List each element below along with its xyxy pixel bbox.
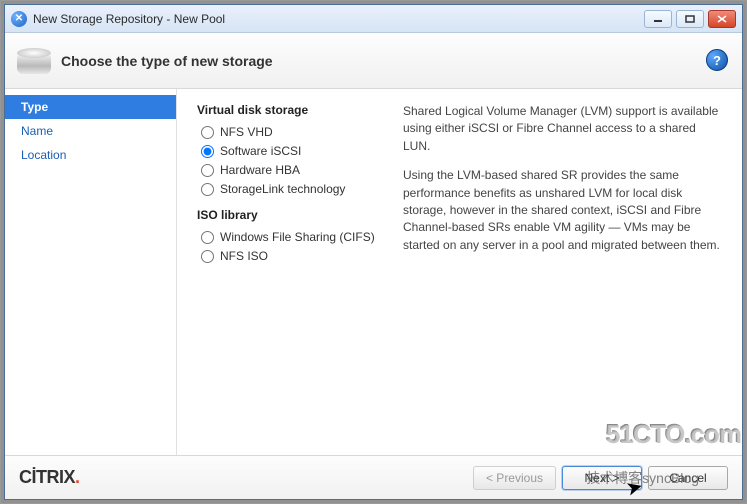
option-label: Hardware HBA — [220, 163, 300, 177]
content-area: Virtual disk storage NFS VHD Software iS… — [177, 89, 742, 455]
option-description: Shared Logical Volume Manager (LVM) supp… — [403, 103, 726, 445]
storage-options: Virtual disk storage NFS VHD Software iS… — [197, 103, 403, 445]
radio-nfs-vhd[interactable] — [201, 126, 214, 139]
next-button[interactable]: Next > — [562, 466, 642, 490]
option-nfs-vhd[interactable]: NFS VHD — [201, 125, 403, 139]
wizard-footer: CİTRIX. < Previous Next > Cancel — [5, 455, 742, 499]
group-iso-library: ISO library — [197, 208, 403, 222]
step-location[interactable]: Location — [5, 143, 176, 167]
step-name[interactable]: Name — [5, 119, 176, 143]
option-label: Windows File Sharing (CIFS) — [220, 230, 375, 244]
app-icon: ✕ — [11, 11, 27, 27]
option-label: StorageLink technology — [220, 182, 345, 196]
help-icon[interactable]: ? — [706, 49, 728, 71]
window-controls — [644, 10, 736, 28]
wizard-body: Type Name Location Virtual disk storage … — [5, 89, 742, 455]
previous-button: < Previous — [473, 466, 556, 490]
option-label: NFS VHD — [220, 125, 273, 139]
description-paragraph: Shared Logical Volume Manager (LVM) supp… — [403, 103, 726, 155]
cancel-button[interactable]: Cancel — [648, 466, 728, 490]
radio-storagelink[interactable] — [201, 183, 214, 196]
group-virtual-disk-storage: Virtual disk storage — [197, 103, 403, 117]
storage-icon — [17, 48, 51, 74]
option-label: Software iSCSI — [220, 144, 301, 158]
description-paragraph: Using the LVM-based shared SR provides t… — [403, 167, 726, 254]
close-button[interactable] — [708, 10, 736, 28]
option-nfs-iso[interactable]: NFS ISO — [201, 249, 403, 263]
option-software-iscsi[interactable]: Software iSCSI — [201, 144, 403, 158]
wizard-header: Choose the type of new storage ? — [5, 33, 742, 89]
radio-hardware-hba[interactable] — [201, 164, 214, 177]
page-title: Choose the type of new storage — [61, 53, 273, 69]
option-cifs[interactable]: Windows File Sharing (CIFS) — [201, 230, 403, 244]
wizard-steps: Type Name Location — [5, 89, 177, 455]
option-storagelink[interactable]: StorageLink technology — [201, 182, 403, 196]
radio-nfs-iso[interactable] — [201, 250, 214, 263]
option-hardware-hba[interactable]: Hardware HBA — [201, 163, 403, 177]
radio-software-iscsi[interactable] — [201, 145, 214, 158]
option-label: NFS ISO — [220, 249, 268, 263]
radio-cifs[interactable] — [201, 231, 214, 244]
brand-logo: CİTRIX. — [19, 467, 80, 488]
dialog-window: ✕ New Storage Repository - New Pool Choo… — [4, 4, 743, 500]
minimize-button[interactable] — [644, 10, 672, 28]
title-bar[interactable]: ✕ New Storage Repository - New Pool — [5, 5, 742, 33]
window-title: New Storage Repository - New Pool — [33, 12, 225, 26]
step-type[interactable]: Type — [5, 95, 176, 119]
maximize-button[interactable] — [676, 10, 704, 28]
